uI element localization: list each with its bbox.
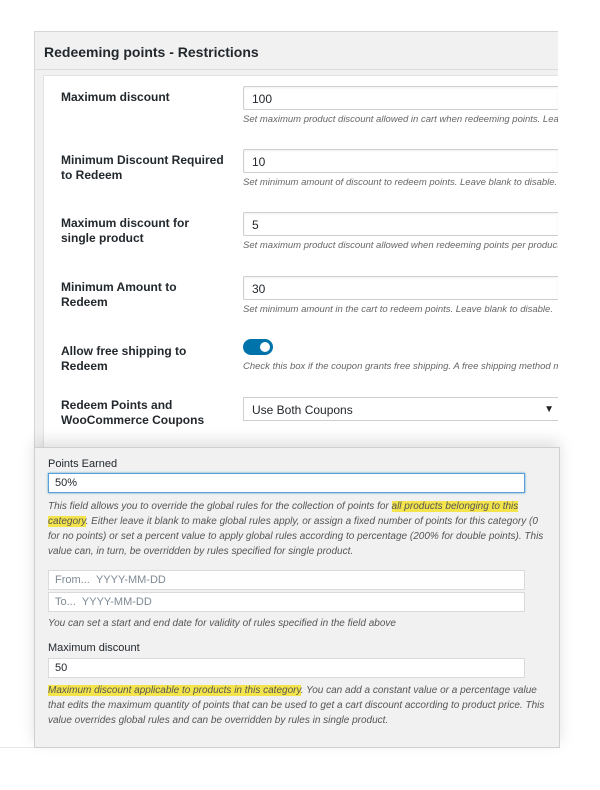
- points-earned-value: 50%: [55, 477, 78, 489]
- points-desc-part2: . Either leave it blank to make global r…: [48, 516, 544, 557]
- to-date-prefix: To...: [55, 596, 76, 608]
- date-desc: You can set a start and end date for val…: [48, 618, 396, 629]
- free-shipping-desc: Check this box if the coupon grants free…: [243, 361, 558, 372]
- settings-card: Maximum discount 100 Set maximum product…: [43, 75, 558, 460]
- free-shipping-label: Allow free shipping to Redeem: [61, 344, 187, 373]
- from-date-prefix: From...: [55, 574, 90, 586]
- minimum-amount-redeem-label: Minimum Amount to Redeem: [61, 280, 177, 309]
- maximum-discount-input[interactable]: 100: [243, 86, 558, 110]
- toggle-knob: [260, 342, 270, 352]
- title-divider: [35, 69, 558, 70]
- points-earned-desc: This field allows you to override the gl…: [48, 499, 548, 559]
- points-earned-input[interactable]: 50%: [48, 473, 525, 493]
- max-discount-single-product-desc: Set maximum product discount allowed whe…: [243, 240, 558, 251]
- max-discount-desc: Maximum discount applicable to products …: [48, 683, 548, 728]
- max-discount-single-product-input[interactable]: 5: [243, 212, 558, 236]
- points-desc-part1: This field allows you to override the gl…: [48, 501, 392, 512]
- minimum-discount-required-label: Minimum Discount Required to Redeem: [61, 153, 224, 182]
- maximum-discount-desc: Set maximum product discount allowed in …: [243, 114, 558, 125]
- page-divider: [0, 747, 34, 748]
- dropdown-caret-icon: ▼: [544, 404, 554, 415]
- minimum-discount-required-desc: Set minimum amount of discount to redeem…: [243, 177, 558, 188]
- free-shipping-toggle[interactable]: [243, 339, 273, 355]
- points-earned-label: Points Earned: [48, 458, 118, 470]
- minimum-discount-required-input[interactable]: 10: [243, 149, 558, 173]
- category-points-panel: Points Earned 50% This field allows you …: [34, 447, 560, 748]
- redeem-coupons-selected-value: Use Both Coupons: [252, 403, 353, 417]
- redeeming-restrictions-panel: Redeeming points - Restrictions Maximum …: [34, 31, 558, 461]
- maximum-discount-label: Maximum discount: [61, 90, 170, 104]
- max-discount-value: 50: [55, 662, 68, 674]
- max-desc-highlight: Maximum discount applicable to products …: [48, 685, 301, 696]
- to-date-placeholder: YYYY-MM-DD: [81, 596, 152, 608]
- minimum-amount-redeem-input[interactable]: 30: [243, 276, 558, 300]
- to-date-input[interactable]: To... YYYY-MM-DD: [48, 592, 525, 612]
- minimum-amount-redeem-desc: Set minimum amount in the cart to redeem…: [243, 304, 553, 315]
- redeem-coupons-select[interactable]: Use Both Coupons ▼: [243, 397, 558, 421]
- panel-title: Redeeming points - Restrictions: [44, 44, 259, 60]
- max-discount-input[interactable]: 50: [48, 658, 525, 678]
- max-discount-label: Maximum discount: [48, 642, 140, 654]
- from-date-placeholder: YYYY-MM-DD: [95, 574, 166, 586]
- max-discount-single-product-label: Maximum discount for single product: [61, 216, 190, 245]
- from-date-input[interactable]: From... YYYY-MM-DD: [48, 570, 525, 590]
- redeem-coupons-label: Redeem Points and WooCommerce Coupons: [61, 398, 205, 427]
